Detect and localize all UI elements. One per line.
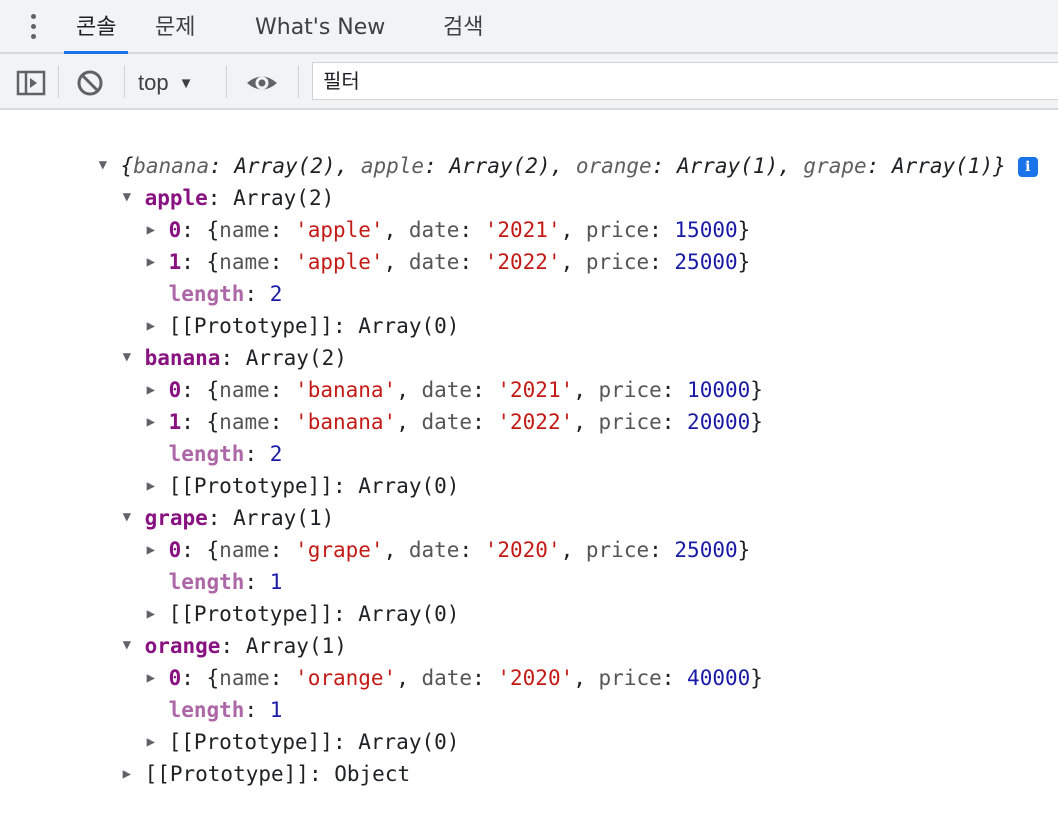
sidebar-toggle-icon[interactable]: [16, 68, 46, 98]
length-row: length: 2: [168, 442, 283, 466]
tab-console[interactable]: 콘솔: [63, 0, 130, 54]
prototype-row[interactable]: ▶ [[Prototype]]: Object: [72, 726, 411, 786]
context-label: top: [138, 70, 169, 95]
tab-search[interactable]: 검색: [443, 0, 483, 52]
filter-input[interactable]: [312, 62, 1058, 100]
chevron-down-icon: ▼: [178, 75, 194, 92]
length-row: length: 1: [168, 698, 283, 722]
toolbar-divider: [124, 66, 125, 98]
context-selector[interactable]: top ▼: [138, 64, 193, 100]
prototype-row[interactable]: ▶ [[Prototype]]: Array(0): [96, 694, 460, 754]
tab-issues[interactable]: 문제: [155, 0, 195, 52]
array-item-row[interactable]: ▶ 1: {name: 'banana', date: '2022', price…: [96, 374, 763, 434]
property-row[interactable]: ▼ orange: Array(1): [72, 598, 347, 658]
prototype-row[interactable]: ▶ [[Prototype]]: Array(0): [96, 566, 460, 626]
array-item-row[interactable]: ▶ 1: {name: 'apple', date: '2022', price:…: [96, 214, 751, 274]
toolbar-divider: [226, 66, 227, 98]
array-item-row[interactable]: ▶ 0: {name: 'grape', date: '2020', price:…: [96, 502, 751, 562]
array-item-row[interactable]: ▶ 0: {name: 'banana', date: '2021', price…: [96, 342, 763, 402]
console-toolbar: top ▼: [0, 54, 1058, 110]
expand-arrow-icon[interactable]: ▶: [123, 758, 145, 790]
property-row[interactable]: ▼ grape: Array(1): [72, 470, 335, 530]
object-summary-row[interactable]: ▼ {banana: Array(2), apple: Array(2), ora…: [48, 118, 1038, 178]
prototype-row[interactable]: ▶ [[Prototype]]: Array(0): [96, 438, 460, 498]
property-row[interactable]: ▼ banana: Array(2): [72, 310, 347, 370]
length-row: length: 1: [168, 570, 283, 594]
kebab-icon[interactable]: [28, 14, 38, 44]
toolbar-divider: [298, 66, 299, 98]
info-icon[interactable]: i: [1017, 157, 1038, 177]
clear-console-icon[interactable]: [75, 68, 105, 98]
property-row[interactable]: ▼ apple: Array(2): [72, 150, 335, 210]
live-expression-eye-icon[interactable]: [245, 68, 279, 98]
toolbar-divider: [58, 66, 59, 98]
prototype-row[interactable]: ▶ [[Prototype]]: Array(0): [96, 278, 460, 338]
length-row: length: 2: [168, 282, 283, 306]
array-item-row[interactable]: ▶ 0: {name: 'orange', date: '2020', price…: [96, 630, 763, 690]
array-item-row[interactable]: ▶ 0: {name: 'apple', date: '2021', price:…: [96, 182, 751, 242]
tab-whats-new[interactable]: What's New: [255, 0, 385, 52]
devtools-tab-bar: 콘솔 문제 What's New 검색: [0, 0, 1058, 54]
